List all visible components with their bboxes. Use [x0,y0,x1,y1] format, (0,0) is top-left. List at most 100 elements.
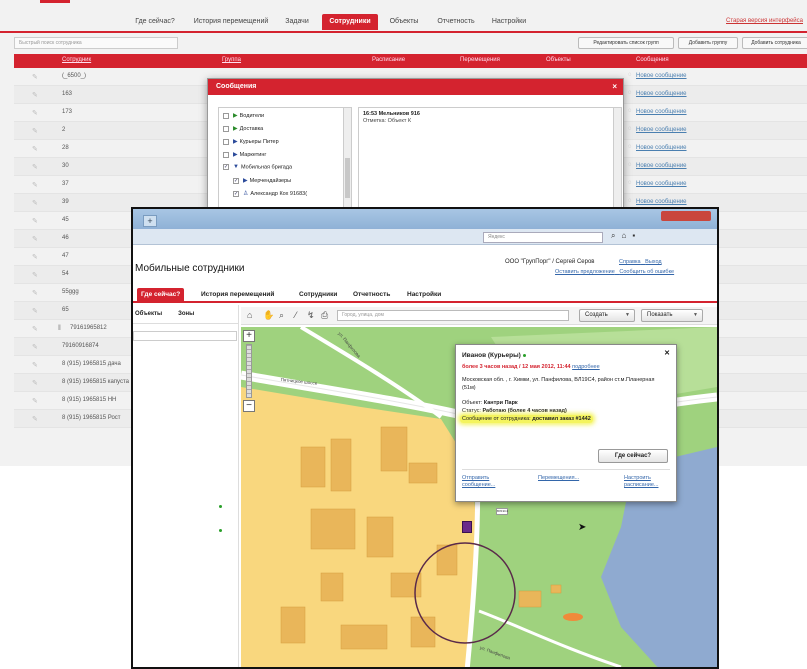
tab-objects[interactable]: Объекты [135,311,162,317]
details-link[interactable]: подробнее [572,364,600,370]
edit-icon[interactable]: ✎ [32,361,38,369]
employee-name[interactable]: 30 [62,163,69,169]
new-message-link[interactable]: Новое сообщение [636,145,687,151]
schedule-link[interactable]: Настроить расписание... [624,475,674,489]
employee-name[interactable]: 45 [62,217,69,223]
add-group-button[interactable]: Добавить группу [678,37,738,49]
employee-name[interactable]: 65 [62,307,69,313]
employee-name[interactable]: 46 [62,235,69,241]
column-employee[interactable]: Сотрудник [62,57,91,63]
new-message-link[interactable]: Новое сообщение [636,91,687,97]
map-search-input[interactable]: Город, улица, дом [337,310,569,321]
employee-name[interactable]: 54 [62,271,69,277]
edit-icon[interactable]: ✎ [32,289,38,297]
checkbox[interactable] [223,151,229,158]
tab-employees[interactable]: Сотрудники [322,14,378,30]
tab-where-now[interactable]: Где сейчас? [137,288,185,302]
employee-name[interactable]: 37 [62,181,69,187]
tree-scrollbar[interactable] [343,108,351,209]
employee-name[interactable]: 2 [62,127,65,133]
employee-marker-icon[interactable] [462,521,472,533]
old-version-link[interactable]: Старая версия интерфейса [726,18,803,24]
edit-icon[interactable]: ✎ [32,163,38,171]
checkbox[interactable] [223,112,229,119]
home-icon[interactable]: ⌂ [621,231,632,240]
edit-icon[interactable]: ✎ [32,199,38,207]
employee-name[interactable]: 39 [62,199,69,205]
employee-name[interactable]: 173 [62,109,72,115]
create-button[interactable]: Создать ▼ [579,309,635,322]
employee-name[interactable]: 47 [62,253,69,259]
employee-search-input[interactable]: Быстрый поиск сотрудника [14,37,178,49]
new-message-link[interactable]: Новое сообщение [636,199,687,205]
tab-movement-history[interactable]: История перемещений [190,14,272,30]
edit-icon[interactable]: ✎ [32,217,38,225]
tree-item[interactable]: ✓ ▶ Мерчендайзеры [233,177,291,184]
edit-icon[interactable]: ✎ [32,253,38,261]
employee-name[interactable]: (_6500_) [62,73,86,79]
edit-icon[interactable]: ✎ [32,415,38,423]
checkbox[interactable] [223,138,229,145]
edit-icon[interactable]: ✎ [32,145,38,153]
edit-icon[interactable]: ✎ [32,181,38,189]
tab-where-now[interactable]: Где сейчас? [124,14,186,30]
tree-item[interactable]: ▶ Водители [223,112,264,119]
chevron-right-icon[interactable]: ▶ [243,178,248,184]
tree-item[interactable]: ✓ ▼ Мобильная бригада [223,164,292,170]
movements-link[interactable]: Перемещения... [538,475,579,482]
tab-tasks[interactable]: Задачи [276,14,318,30]
new-message-link[interactable]: Новое сообщение [636,109,687,115]
suggestion-link[interactable]: Оставить предложение [555,269,615,275]
tree-item[interactable]: ▶ Маркетинг [223,151,266,158]
close-icon[interactable]: × [612,79,617,95]
home-icon[interactable]: ⌂ [247,310,252,320]
zoom-out-icon[interactable]: − [243,400,255,412]
close-icon[interactable]: ✕ [664,349,670,357]
route-icon[interactable]: ↯ [307,310,315,321]
tab-employees[interactable]: Сотрудники [295,288,341,302]
checkbox[interactable]: ✓ [233,190,239,197]
where-now-button[interactable]: Где сейчас? [598,449,668,463]
checkbox[interactable] [223,125,229,132]
employee-name[interactable]: 28 [62,145,69,151]
report-bug-link[interactable]: Сообщить об ошибке [619,269,674,275]
tab-reports[interactable]: Отчетность [349,288,394,302]
column-group[interactable]: Группа [222,57,241,63]
checkbox[interactable]: ✓ [223,164,229,170]
edit-icon[interactable]: ✎ [32,307,38,315]
scrollbar-thumb[interactable] [345,158,350,198]
edit-icon[interactable]: ✎ [32,235,38,243]
chevron-right-icon[interactable]: ▶ [233,152,238,158]
help-link[interactable]: Справка [619,259,641,265]
employee-name[interactable]: 8 (915) 1965815 НН [62,397,116,403]
tab-zones[interactable]: Зоны [178,311,194,317]
edit-icon[interactable]: ✎ [32,325,38,333]
new-message-link[interactable]: Новое сообщение [636,127,687,133]
ruler-icon[interactable]: ⁄ [295,310,297,320]
edit-icon[interactable]: ✎ [32,343,38,351]
tree-item[interactable]: ▶ Доставка [223,125,263,132]
send-message-link[interactable]: Отправить сообщение... [462,475,506,489]
edit-groups-button[interactable]: Редактировать список групп [578,37,674,49]
window-controls[interactable] [661,211,711,221]
tab-settings[interactable]: Настройки [403,288,445,302]
chevron-down-icon[interactable]: ▼ [233,164,239,170]
new-message-link[interactable]: Новое сообщение [636,73,687,79]
chevron-right-icon[interactable]: ▶ [233,139,238,145]
employee-name[interactable]: 79161965812 [70,325,107,331]
chevron-right-icon[interactable]: ▶ [233,126,238,132]
logout-link[interactable]: Выход [645,259,661,265]
edit-icon[interactable]: ✎ [32,379,38,387]
search-icon[interactable]: ⌕ [611,231,621,240]
edit-icon[interactable]: ✎ [32,91,38,99]
zoom-slider[interactable] [246,344,252,398]
new-tab-icon[interactable]: + [143,215,157,227]
tree-item[interactable]: ▶ Курьеры Питер [223,138,279,145]
browser-search-input[interactable]: Яндекс [483,232,603,243]
message-scrollbar[interactable] [613,108,621,209]
print-icon[interactable]: ⎙ [321,310,328,321]
zoom-icon[interactable]: ⌕ [279,310,284,321]
employee-name[interactable]: 8 (915) 1965815 дача [62,361,121,367]
new-message-link[interactable]: Новое сообщение [636,163,687,169]
tab-objects[interactable]: Объекты [382,14,426,30]
